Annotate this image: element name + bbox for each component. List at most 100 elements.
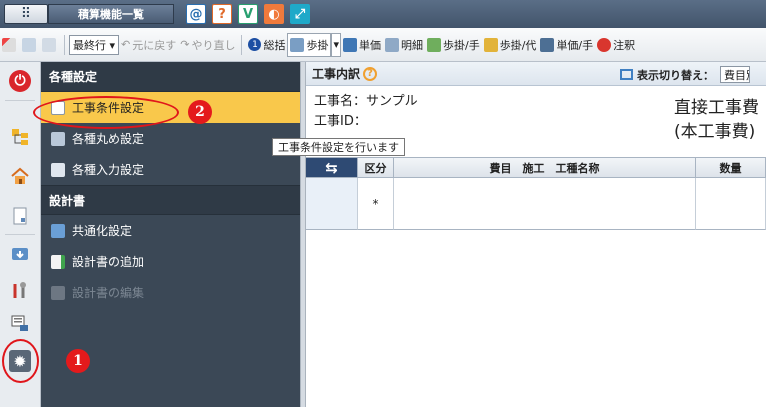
document-icon[interactable] [9,205,31,227]
progress-hand-button[interactable]: 歩掛/手 [425,33,482,57]
menu-item-label: 設計書の追加 [72,255,145,269]
grid-paste-icon [42,37,56,52]
column-header: 費目 施工 工種名称 [394,158,696,178]
redo-label: やり直し [191,38,236,52]
grid-delete-icon [2,37,16,52]
tooltip: 工事条件設定を行います [272,138,405,156]
annotation-ellipse-gear [2,339,39,383]
table-cell[interactable] [696,178,766,230]
menu-item-label: 各種丸め設定 [72,132,145,146]
progress-sub-button[interactable]: 歩掛/代 [482,33,539,57]
folder-download-icon[interactable] [9,242,31,264]
note-icon [597,37,612,52]
shield-icon[interactable]: V [238,4,258,24]
menu-item-common-settings[interactable]: 共通化設定 [41,215,300,246]
folder-svg [12,248,28,260]
details-icon [385,37,399,52]
row-position-select[interactable]: 最終行 ▾ [69,34,120,55]
expand-icon[interactable]: ⤢ [290,4,310,24]
cost-heading: 直接工事費 (本工事費) [674,96,759,144]
help-icon[interactable]: ? [212,4,232,24]
main-toolbar: 最終行 ▾ ↶ 元に戻す ↷ やり直し 1 総括 歩掛 ▾ 単価 明細 歩掛/手 歩掛… [0,28,766,62]
breakdown-header: 工事内訳 ? 表示切り替え： 費目別 [306,62,766,86]
support-icon[interactable]: ◐ [264,4,284,24]
project-name: 工事名：サンプル [314,94,418,109]
progress-hand-icon [427,37,441,52]
grid-icon: ⠿ [20,6,32,22]
display-toggle-select[interactable]: 費目別 [720,66,750,83]
house-icon[interactable] [9,165,31,187]
annotation-badge-2: 2 [188,100,212,124]
menu-item-input-settings[interactable]: 各種入力設定 [41,154,300,185]
delete-row-button[interactable] [0,33,20,57]
progress-label: 歩掛 [306,38,329,52]
column-swap-button[interactable]: ⇆ [306,158,358,178]
progress-sub-label: 歩掛/代 [499,38,537,52]
progress-sub-icon [483,37,498,52]
note-label: 注釈 [613,38,636,52]
annotation-badge-1: 1 [66,349,90,373]
progress-icon [290,37,305,52]
column-header: 区分 [358,158,394,178]
title-bar: ⠿ 積算機能一覧 @ ? V ◐ ⤢ [0,0,766,28]
paste-row-button[interactable] [40,33,60,57]
tree-icon[interactable] [9,126,31,148]
rail-divider [5,234,35,235]
menu-item-add-document[interactable]: 設計書の追加 [41,246,300,277]
toggle-label: 表示切り替え： [637,68,714,82]
progress-dropdown[interactable]: ▾ [331,32,341,57]
unit-price-icon [343,37,357,52]
tree-svg [12,129,28,145]
house-svg [11,167,29,184]
table-cell[interactable]: * [358,178,394,230]
power-icon[interactable]: ⏻ [9,70,31,92]
project-id: 工事ID： [314,114,367,129]
progress-hand-label: 歩掛/手 [443,38,480,52]
menu-item-label: 各種入力設定 [72,163,145,177]
tools-svg [13,282,26,298]
at-icon[interactable]: @ [186,4,206,24]
progress-button[interactable]: 歩掛 [287,32,332,57]
undo-button[interactable]: ↶ 元に戻す [119,33,178,57]
project-info: 工事名：サンプル 工事ID： [314,92,418,132]
breakdown-grid: ⇆ 区分 費目 施工 工種名称 数量 * [306,157,766,230]
window-title: 積算機能一覧 [48,4,174,24]
menu-item-label: 共通化設定 [72,224,133,238]
main-content: 工事内訳 ? 表示切り替え： 費目別 工事名：サンプル 工事ID： 直接工事費 … [306,62,766,407]
help-icon[interactable]: ? [363,66,378,81]
edit-document-icon [51,285,65,300]
redo-icon: ↷ [180,38,190,51]
column-header: 数量 [696,158,766,178]
input-settings-icon [51,162,65,177]
annotation-ellipse-menu-item [33,96,179,129]
unit-price-button[interactable]: 単価 [341,33,383,57]
rail-divider [5,100,35,101]
undo-icon: ↶ [121,38,131,51]
display-toggle: 表示切り替え： 費目別 [620,66,750,83]
unit-price-hand-button[interactable]: 単価/手 [538,33,595,57]
menu-section-header: 設計書 [41,185,300,215]
summary-button[interactable]: 1 総括 [246,33,287,57]
eraser-icon [51,223,65,238]
table-cell[interactable] [394,178,696,230]
details-label: 明細 [401,38,423,52]
breakdown-title: 工事内訳 [312,67,361,81]
number-one-icon: 1 [248,38,262,51]
unit-price-hand-icon [540,37,555,52]
redo-button[interactable]: ↷ やり直し [178,33,237,57]
pc-settings-icon[interactable] [9,312,31,334]
menu-item-edit-document[interactable]: 設計書の編集 [41,277,300,308]
menu-item-label: 設計書の編集 [72,286,145,300]
monitor-icon [620,69,633,80]
undo-label: 元に戻す [132,38,177,52]
apps-grid-button[interactable]: ⠿ [4,4,48,24]
unit-price-hand-label: 単価/手 [556,38,594,52]
row-selector-cell[interactable] [306,178,358,230]
copy-row-button[interactable] [20,33,40,57]
toolbar-divider [64,34,65,55]
tools-icon[interactable] [9,280,31,302]
details-button[interactable]: 明細 [383,33,425,57]
document-svg [13,207,27,225]
cost-subtitle: (本工事費) [674,122,756,142]
note-button[interactable]: 注釈 [595,33,637,57]
